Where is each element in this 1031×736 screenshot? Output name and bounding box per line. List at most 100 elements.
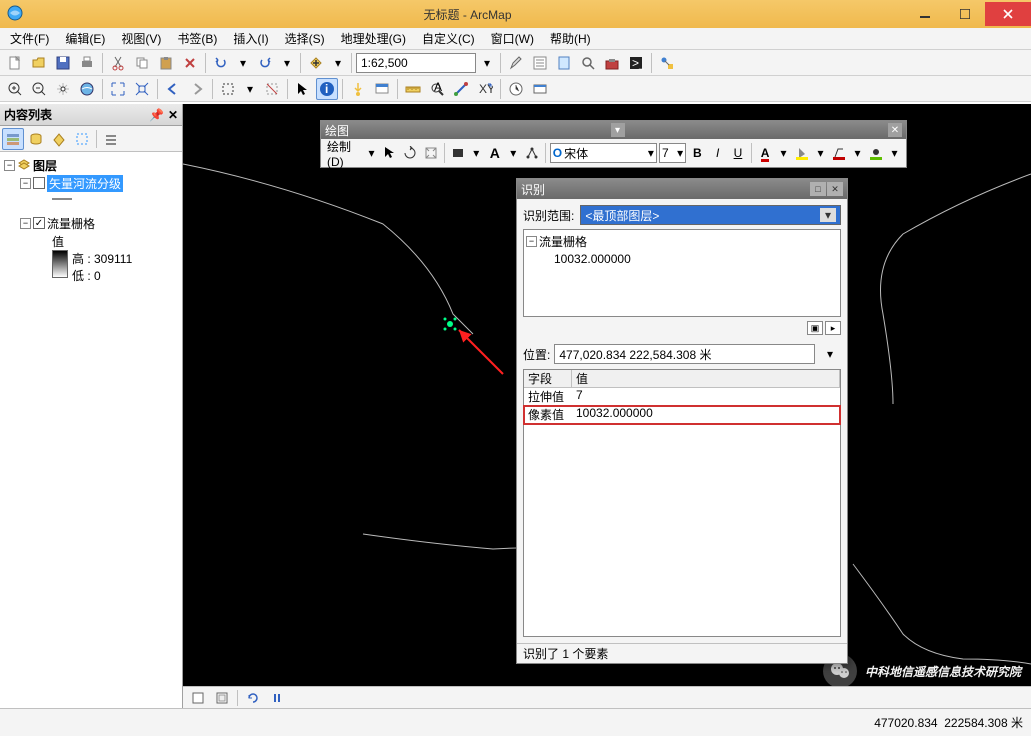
layer1-symbol[interactable] xyxy=(52,198,72,200)
font-color-icon[interactable]: A xyxy=(756,142,774,164)
measure-icon[interactable] xyxy=(402,78,424,100)
identify-close-icon[interactable]: ✕ xyxy=(827,182,843,196)
select-elements-icon[interactable] xyxy=(381,142,399,164)
fixed-zoom-in-icon[interactable] xyxy=(107,78,129,100)
marker-color-dropdown-icon[interactable]: ▾ xyxy=(887,143,902,163)
zoom-in-icon[interactable] xyxy=(4,78,26,100)
fill-color-dropdown-icon[interactable]: ▾ xyxy=(813,143,828,163)
cut-icon[interactable] xyxy=(107,52,129,74)
arctoolbox-icon[interactable] xyxy=(601,52,623,74)
root-group-label[interactable]: 图层 xyxy=(33,157,57,174)
identify-scope-combo[interactable]: <最顶部图层> ▾ xyxy=(580,205,841,225)
menu-insert[interactable]: 插入(I) xyxy=(227,28,274,49)
drawing-toolbar-options-icon[interactable]: ▾ xyxy=(611,123,625,137)
expand-icon[interactable]: − xyxy=(20,218,31,229)
editor-toolbar-icon[interactable] xyxy=(505,52,527,74)
goto-xy-icon[interactable]: XY xyxy=(474,78,496,100)
redo-icon[interactable] xyxy=(254,52,276,74)
zoom-to-icon[interactable] xyxy=(422,142,440,164)
html-popup-icon[interactable] xyxy=(371,78,393,100)
full-extent-icon[interactable] xyxy=(76,78,98,100)
edit-vertices-icon[interactable] xyxy=(523,142,541,164)
fill-color-icon[interactable] xyxy=(793,142,811,164)
list-by-drawing-order-icon[interactable] xyxy=(2,128,24,150)
marker-color-icon[interactable] xyxy=(867,142,885,164)
menu-bookmark[interactable]: 书签(B) xyxy=(171,28,223,49)
underline-icon[interactable]: U xyxy=(729,142,747,164)
expand-icon[interactable]: − xyxy=(526,236,537,247)
clear-selection-icon[interactable] xyxy=(261,78,283,100)
chevron-down-icon[interactable]: ▾ xyxy=(677,146,683,160)
menu-window[interactable]: 窗口(W) xyxy=(485,28,540,49)
map-scale-input[interactable] xyxy=(356,53,476,73)
italic-icon[interactable]: I xyxy=(708,142,726,164)
catalog-icon[interactable] xyxy=(553,52,575,74)
select-features-icon[interactable] xyxy=(217,78,239,100)
select-elements-icon[interactable] xyxy=(292,78,314,100)
toc-options-icon[interactable] xyxy=(100,128,122,150)
menu-customize[interactable]: 自定义(C) xyxy=(416,28,481,49)
select-dropdown-icon[interactable]: ▾ xyxy=(241,79,259,99)
identify-menu-icon[interactable]: ▸ xyxy=(825,321,841,335)
drawing-toolbar[interactable]: 绘图 ▾ ✕ 绘制(D) ▾ ▾ A ▾ O 宋体 ▾ 7 ▾ B I U A … xyxy=(320,120,907,168)
model-builder-icon[interactable] xyxy=(656,52,678,74)
pan-icon[interactable] xyxy=(52,78,74,100)
grid-row-stretch[interactable]: 拉伸值 7 xyxy=(524,388,840,406)
add-data-dropdown-icon[interactable]: ▾ xyxy=(329,53,347,73)
create-viewer-icon[interactable] xyxy=(529,78,551,100)
redo-dropdown-icon[interactable]: ▾ xyxy=(278,53,296,73)
identify-dock-icon[interactable]: □ xyxy=(810,182,826,196)
color-ramp[interactable] xyxy=(52,250,68,278)
hyperlink-icon[interactable] xyxy=(347,78,369,100)
drawing-toolbar-close-icon[interactable]: ✕ xyxy=(888,123,902,137)
text-dropdown-icon[interactable]: ▾ xyxy=(506,143,521,163)
time-slider-icon[interactable] xyxy=(505,78,527,100)
layer1-checkbox[interactable] xyxy=(33,177,45,189)
identify-result-tree[interactable]: − 流量栅格 10032.000000 xyxy=(523,229,841,317)
find-icon[interactable]: A xyxy=(426,78,448,100)
python-icon[interactable]: >_ xyxy=(625,52,647,74)
layout-view-tab[interactable] xyxy=(211,687,233,709)
search-icon[interactable] xyxy=(577,52,599,74)
identify-titlebar[interactable]: 识别 □ ✕ xyxy=(517,179,847,199)
shape-dropdown-icon[interactable]: ▾ xyxy=(469,143,484,163)
grid-row-pixel[interactable]: 像素值 10032.000000 xyxy=(524,406,840,424)
rotate-icon[interactable] xyxy=(401,142,419,164)
undo-dropdown-icon[interactable]: ▾ xyxy=(234,53,252,73)
font-size-combo[interactable]: 7 ▾ xyxy=(659,143,686,163)
identify-tool-icon[interactable]: i xyxy=(316,78,338,100)
fixed-zoom-out-icon[interactable] xyxy=(131,78,153,100)
line-color-dropdown-icon[interactable]: ▾ xyxy=(850,143,865,163)
grid-header-field[interactable]: 字段 xyxy=(524,370,572,387)
rectangle-tool-icon[interactable] xyxy=(449,142,467,164)
font-name-combo[interactable]: O 宋体 ▾ xyxy=(550,143,657,163)
identify-location-value[interactable]: 477,020.834 222,584.308 米 xyxy=(554,344,815,364)
paste-icon[interactable] xyxy=(155,52,177,74)
identify-window[interactable]: 识别 □ ✕ 识别范围: <最顶部图层> ▾ − 流量栅格 10032.0000… xyxy=(516,178,848,664)
add-data-icon[interactable] xyxy=(305,52,327,74)
scale-dropdown-icon[interactable]: ▾ xyxy=(478,53,496,73)
menu-help[interactable]: 帮助(H) xyxy=(544,28,597,49)
expand-icon[interactable]: − xyxy=(4,160,15,171)
menu-select[interactable]: 选择(S) xyxy=(279,28,331,49)
grid-header-value[interactable]: 值 xyxy=(572,370,840,387)
find-route-icon[interactable] xyxy=(450,78,472,100)
menu-edit[interactable]: 编辑(E) xyxy=(59,28,111,49)
list-by-selection-icon[interactable] xyxy=(71,128,93,150)
save-icon[interactable] xyxy=(52,52,74,74)
drawing-toolbar-titlebar[interactable]: 绘图 ▾ ✕ xyxy=(321,121,906,139)
back-extent-icon[interactable] xyxy=(162,78,184,100)
pin-icon[interactable]: 📌 xyxy=(149,108,164,122)
delete-icon[interactable] xyxy=(179,52,201,74)
chevron-down-icon[interactable]: ▾ xyxy=(820,208,836,222)
identify-units-dropdown-icon[interactable]: ▾ xyxy=(819,343,841,365)
list-by-visibility-icon[interactable] xyxy=(48,128,70,150)
toc-close-icon[interactable]: ✕ xyxy=(168,108,178,122)
chevron-down-icon[interactable]: ▾ xyxy=(648,146,654,160)
menu-file[interactable]: 文件(F) xyxy=(4,28,55,49)
identify-tree-child[interactable]: 10032.000000 xyxy=(554,252,631,266)
copy-icon[interactable] xyxy=(131,52,153,74)
drawing-menu[interactable]: 绘制(D) xyxy=(325,138,362,169)
line-color-icon[interactable] xyxy=(830,142,848,164)
layer2-checkbox[interactable]: ✓ xyxy=(33,217,45,229)
